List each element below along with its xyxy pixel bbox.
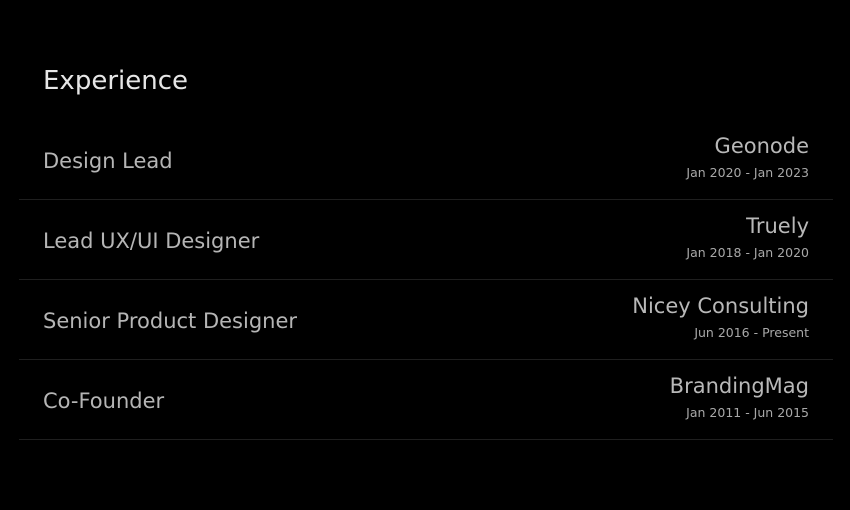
job-title: Design Lead: [43, 149, 173, 173]
experience-row: Senior Product Designer Nicey Consulting…: [19, 280, 833, 360]
section-title: Experience: [43, 66, 188, 96]
company-name: Truely: [746, 214, 809, 238]
experience-row: Lead UX/UI Designer Truely Jan 2018 - Ja…: [19, 200, 833, 280]
company-block: Geonode Jan 2020 - Jan 2023: [686, 134, 809, 180]
company-name: BrandingMag: [669, 374, 809, 398]
company-block: Nicey Consulting Jun 2016 - Present: [632, 294, 809, 340]
date-range: Jan 2011 - Jun 2015: [686, 405, 809, 420]
date-range: Jan 2020 - Jan 2023: [686, 165, 809, 180]
company-name: Nicey Consulting: [632, 294, 809, 318]
date-range: Jun 2016 - Present: [694, 325, 809, 340]
experience-section: Experience Design Lead Geonode Jan 2020 …: [19, 62, 833, 440]
experience-row: Co-Founder BrandingMag Jan 2011 - Jun 20…: [19, 360, 833, 440]
company-block: BrandingMag Jan 2011 - Jun 2015: [670, 374, 809, 420]
job-title: Lead UX/UI Designer: [43, 229, 260, 253]
job-title: Co-Founder: [43, 389, 165, 413]
job-title: Senior Product Designer: [43, 309, 298, 333]
company-name: Geonode: [714, 134, 809, 158]
date-range: Jan 2018 - Jan 2020: [686, 245, 809, 260]
experience-row: Design Lead Geonode Jan 2020 - Jan 2023: [19, 120, 833, 200]
company-block: Truely Jan 2018 - Jan 2020: [686, 214, 809, 260]
experience-list: Design Lead Geonode Jan 2020 - Jan 2023 …: [19, 120, 833, 440]
